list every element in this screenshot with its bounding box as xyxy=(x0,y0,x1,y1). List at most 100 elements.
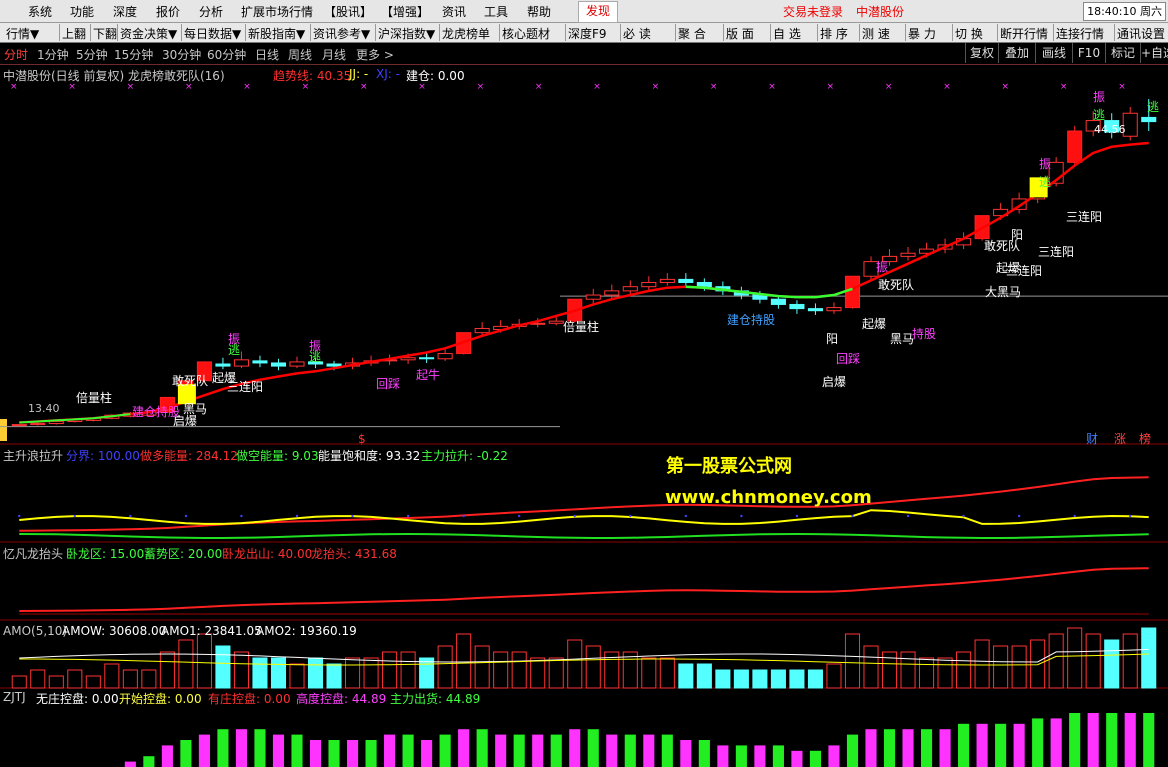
toolbar-item-18[interactable]: 切 换 xyxy=(955,25,983,42)
toolbar-item-13[interactable]: 版 面 xyxy=(726,25,754,42)
amo-bar xyxy=(493,651,509,689)
toolbar-item-16[interactable]: 测 速 xyxy=(862,25,890,42)
candle-body xyxy=(826,307,842,312)
period-right-button-1[interactable]: 叠加 xyxy=(998,43,1035,63)
period-tab-5[interactable]: 60分钟 xyxy=(207,46,246,63)
discover-button[interactable]: 发现 xyxy=(578,1,618,23)
menu-tools[interactable]: 工具 xyxy=(484,3,508,20)
toolbar-separator xyxy=(375,24,376,41)
panel2-dot xyxy=(406,514,410,518)
amo-bar xyxy=(159,651,175,689)
menu-enhance[interactable]: 【增强】 xyxy=(381,3,429,20)
toolbar-item-6[interactable]: 资讯参考▼ xyxy=(313,25,370,42)
menu-system[interactable]: 系统 xyxy=(28,3,52,20)
toolbar-item-12[interactable]: 聚 合 xyxy=(678,25,706,42)
toolbar-item-5[interactable]: 新股指南▼ xyxy=(248,25,305,42)
amo-bar xyxy=(67,669,83,689)
top-marker: × xyxy=(827,82,835,92)
period-tab-1[interactable]: 1分钟 xyxy=(37,46,69,63)
period-tab-3[interactable]: 15分钟 xyxy=(114,46,153,63)
panel3-v1: 卧龙区: 15.00 xyxy=(66,547,145,561)
period-tab-9[interactable]: 更多 > xyxy=(356,46,394,63)
zjtj-bar xyxy=(624,734,636,767)
period-right-button-5[interactable]: +自选 xyxy=(1140,43,1168,63)
candle-body xyxy=(844,275,861,309)
period-tab-7[interactable]: 周线 xyxy=(288,46,312,63)
toolbar-item-11[interactable]: 必 读 xyxy=(623,25,651,42)
annotation-ganshidui-2: 敢死队 xyxy=(878,278,915,292)
zjtj-bar xyxy=(254,729,266,767)
menu-function[interactable]: 功能 xyxy=(70,3,94,20)
zjtj-bar xyxy=(365,740,377,767)
amo-bar xyxy=(956,651,972,689)
candle-body xyxy=(474,327,490,334)
panel3-red-line xyxy=(19,567,1149,612)
candle-body xyxy=(789,303,805,310)
annotation-dahema: 大黑马 xyxy=(985,285,1022,299)
toolbar-item-19[interactable]: 断开行情 xyxy=(1000,25,1048,42)
amo-bar xyxy=(252,657,268,689)
zjtj-bar xyxy=(235,729,248,767)
amo-bar xyxy=(511,651,527,689)
toolbar-item-9[interactable]: 核心题材 xyxy=(502,25,550,42)
period-tab-0[interactable]: 分时 xyxy=(4,46,28,63)
top-marker: × xyxy=(10,82,18,92)
candle-body xyxy=(233,359,249,367)
panel2-yellow-line xyxy=(19,509,1149,525)
annotation-zhen-3: 振 xyxy=(876,260,889,274)
toolbar-item-2[interactable]: 下翻 xyxy=(93,25,117,42)
toolbar-item-20[interactable]: 连接行情 xyxy=(1056,25,1104,42)
top-marker: × xyxy=(68,82,76,92)
toolbar-item-21[interactable]: 通讯设置 xyxy=(1117,25,1165,42)
menu-info[interactable]: 资讯 xyxy=(442,3,466,20)
stock-name-header: 中潜股份 xyxy=(856,5,905,19)
toolbar-item-8[interactable]: 龙虎榜单 xyxy=(442,25,490,42)
toolbar-item-1[interactable]: 上翻 xyxy=(62,25,86,42)
period-tab-2[interactable]: 5分钟 xyxy=(76,46,108,63)
zjtj-bar xyxy=(1050,718,1062,767)
toolbar-item-10[interactable]: 深度F9 xyxy=(568,25,607,42)
toolbar-separator xyxy=(770,24,771,41)
period-right-button-4[interactable]: 标记 xyxy=(1105,43,1140,63)
badge-finance[interactable]: 财 xyxy=(1086,430,1098,447)
trade-login-status[interactable]: 交易未登录 xyxy=(783,3,843,20)
toolbar-item-3[interactable]: 资金决策▼ xyxy=(120,25,177,42)
toolbar-separator xyxy=(905,24,906,41)
toolbar-item-4[interactable]: 每日数据▼ xyxy=(184,25,241,42)
menu-analysis[interactable]: 分析 xyxy=(199,3,223,20)
toolbar-item-0[interactable]: 行情▼ xyxy=(6,25,39,42)
badge-rise[interactable]: 涨 xyxy=(1114,430,1126,447)
top-marker: × xyxy=(1002,82,1010,92)
menu-help[interactable]: 帮助 xyxy=(527,3,551,20)
menu-ext-market[interactable]: 扩展市场行情 xyxy=(241,3,313,20)
period-right-button-2[interactable]: 画线 xyxy=(1035,43,1072,63)
toolbar-separator xyxy=(310,24,311,41)
amo-bar xyxy=(585,645,601,689)
annotation-jiancang-2: 建仓持股 xyxy=(727,313,776,327)
dollar-marker: $ xyxy=(358,432,366,446)
menu-news[interactable]: 【股讯】 xyxy=(324,3,372,20)
toolbar-item-7[interactable]: 沪深指数▼ xyxy=(378,25,435,42)
period-right-button-3[interactable]: F10 xyxy=(1072,43,1105,63)
top-marker: × xyxy=(710,82,718,92)
amo-bar xyxy=(937,657,953,689)
zjtj-bar xyxy=(939,729,951,767)
menu-quote[interactable]: 报价 xyxy=(156,3,180,20)
candle-body xyxy=(400,357,416,361)
toolbar-separator xyxy=(565,24,566,41)
panel2-v4: 能量饱和度: 93.32 xyxy=(318,449,421,463)
price-low-label: 13.40 xyxy=(28,402,60,415)
period-right-button-0[interactable]: 复权 xyxy=(965,43,998,63)
zjtj-bar xyxy=(995,723,1007,767)
period-tab-4[interactable]: 30分钟 xyxy=(162,46,201,63)
panel2-dot xyxy=(684,514,688,518)
period-tab-8[interactable]: 月线 xyxy=(322,46,346,63)
toolbar-separator xyxy=(817,24,818,41)
toolbar-item-17[interactable]: 暴 力 xyxy=(908,25,936,42)
top-marker: × xyxy=(943,82,951,92)
badge-list[interactable]: 榜 xyxy=(1139,430,1151,447)
period-tab-6[interactable]: 日线 xyxy=(255,46,279,63)
toolbar-item-15[interactable]: 排 序 xyxy=(820,25,848,42)
menu-depth[interactable]: 深度 xyxy=(113,3,137,20)
toolbar-item-14[interactable]: 自 选 xyxy=(773,25,801,42)
